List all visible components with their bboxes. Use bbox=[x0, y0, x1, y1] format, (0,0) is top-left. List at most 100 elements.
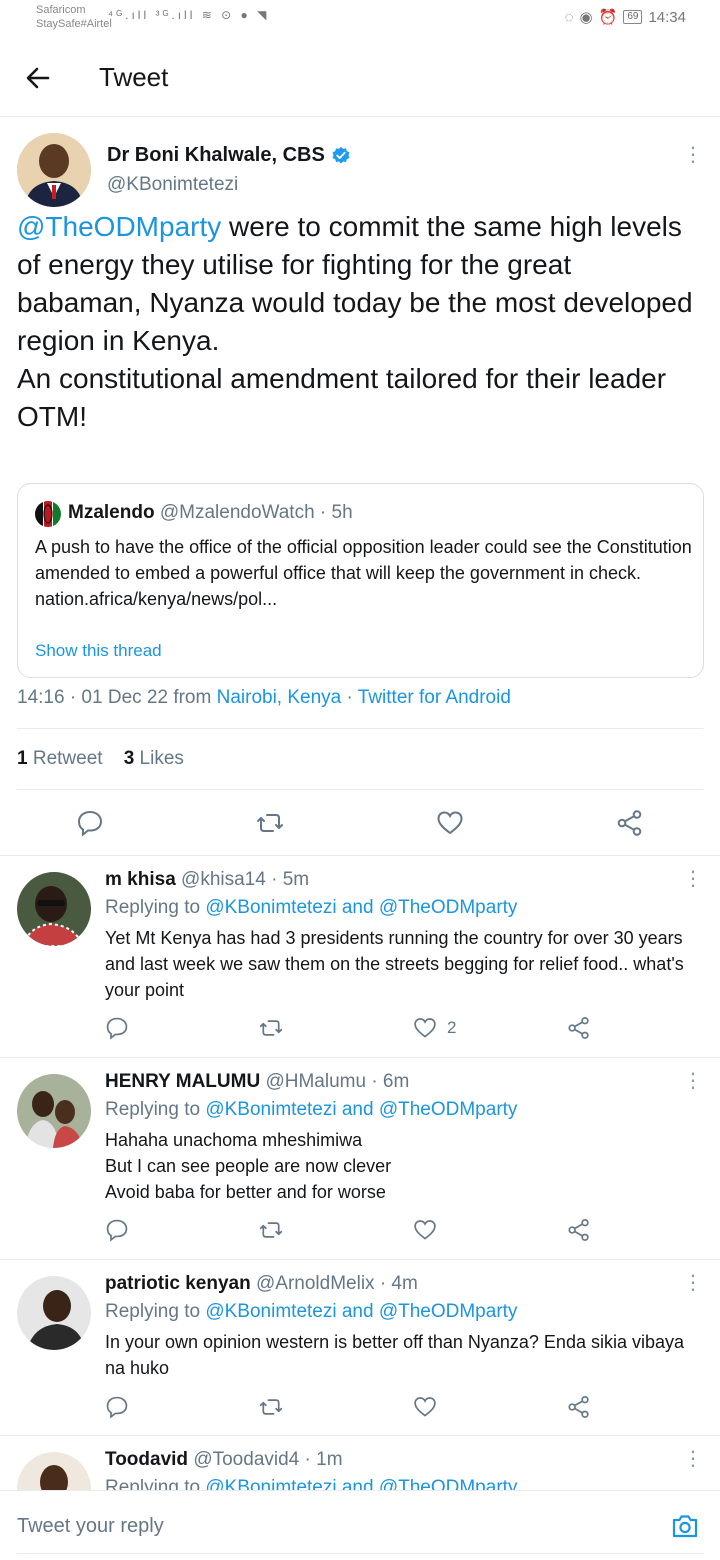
quoted-tweet-body: A push to have the office of the officia… bbox=[35, 534, 695, 612]
avatar-image bbox=[17, 1452, 91, 1490]
reply-avatar[interactable] bbox=[17, 1276, 91, 1350]
like-heart-icon[interactable] bbox=[413, 1016, 437, 1040]
reply-handle-time: @ArnoldMelix · 4m bbox=[250, 1273, 418, 1294]
carrier-info: Safaricom StaySafe#Airtel bbox=[36, 3, 112, 31]
like-heart-icon[interactable] bbox=[413, 1395, 437, 1419]
retweet-label: Retweet bbox=[27, 748, 103, 769]
quoted-link[interactable]: nation.africa/kenya/news/pol... bbox=[35, 586, 695, 612]
replying-prefix: Replying to bbox=[105, 1477, 206, 1490]
share-icon[interactable] bbox=[567, 1218, 591, 1242]
reply-avatar[interactable] bbox=[17, 872, 91, 946]
reply-tweet[interactable]: patriotic kenyan @ArnoldMelix · 4m Reply… bbox=[0, 1261, 720, 1435]
mention-link[interactable]: @TheODMparty bbox=[17, 211, 221, 242]
app-header: Tweet bbox=[0, 40, 720, 117]
like-heart-icon[interactable] bbox=[436, 809, 464, 837]
more-options-icon[interactable] bbox=[683, 1071, 703, 1091]
reply-header: Toodavid @Toodavid4 · 1m bbox=[105, 1449, 343, 1471]
reply-author-name[interactable]: m khisa bbox=[105, 869, 176, 890]
back-arrow-icon[interactable] bbox=[24, 64, 52, 92]
reply-input[interactable] bbox=[17, 1515, 617, 1538]
retweet-icon[interactable] bbox=[259, 1016, 283, 1040]
carrier-secondary: StaySafe#Airtel bbox=[36, 18, 112, 30]
avatar-image bbox=[17, 1276, 91, 1350]
author-handle[interactable]: @KBonimtetezi bbox=[107, 174, 238, 196]
tweet-text-line2: An constitutional amendment tailored for… bbox=[17, 363, 667, 394]
like-count: 3 bbox=[123, 748, 135, 769]
quoted-tweet-header: Mzalendo @MzalendoWatch · 5h bbox=[68, 502, 353, 524]
reply-actions bbox=[0, 1218, 720, 1246]
retweet-icon[interactable] bbox=[256, 809, 284, 837]
avatar-image bbox=[17, 1074, 91, 1148]
reply-composer bbox=[0, 1490, 720, 1560]
replying-to: Replying to @KBonimtetezi and @TheODMpar… bbox=[105, 1099, 517, 1121]
reply-icon[interactable] bbox=[105, 1218, 129, 1242]
author-avatar[interactable] bbox=[17, 133, 91, 207]
divider bbox=[0, 1435, 720, 1436]
quoted-text: A push to have the office of the officia… bbox=[35, 537, 692, 583]
replying-to-mentions[interactable]: @KBonimtetezi and @TheODMparty bbox=[205, 1301, 517, 1322]
more-options-icon[interactable] bbox=[683, 869, 703, 889]
battery-icon: 69 bbox=[623, 10, 643, 24]
tweet-stats: 1 Retweet 3 Likes bbox=[17, 748, 184, 770]
reply-icon[interactable] bbox=[76, 809, 104, 837]
reply-tweet[interactable]: HENRY MALUMU @HMalumu · 6m Replying to @… bbox=[0, 1059, 720, 1259]
replying-to: Replying to @KBonimtetezi and @TheODMpar… bbox=[105, 897, 517, 919]
carrier-name: Safaricom bbox=[36, 4, 86, 16]
avatar-image bbox=[17, 133, 91, 207]
reply-tweet[interactable]: Toodavid @Toodavid4 · 1m Replying to @KB… bbox=[0, 1437, 720, 1490]
location-link[interactable]: Nairobi, Kenya bbox=[217, 687, 342, 708]
reply-avatar[interactable] bbox=[17, 1074, 91, 1148]
share-icon[interactable] bbox=[567, 1395, 591, 1419]
reply-like-count: 2 bbox=[447, 1018, 457, 1037]
signal-icons: ⁴ᴳ.ıll ³ᴳ.ıll ≋ ⊙ ● ◥ bbox=[108, 8, 270, 22]
reply-handle-time: @Toodavid4 · 1m bbox=[188, 1449, 343, 1470]
retweet-icon[interactable] bbox=[259, 1395, 283, 1419]
tweet-text-line3: OTM! bbox=[17, 401, 87, 432]
reply-author-name[interactable]: patriotic kenyan bbox=[105, 1273, 251, 1294]
more-options-icon[interactable] bbox=[683, 145, 703, 165]
quoted-tweet-card[interactable]: Mzalendo @MzalendoWatch · 5h A push to h… bbox=[17, 483, 704, 678]
reply-author-name[interactable]: Toodavid bbox=[105, 1449, 188, 1470]
reply-icon[interactable] bbox=[105, 1016, 129, 1040]
like-heart-icon[interactable] bbox=[413, 1218, 437, 1242]
author-name-text[interactable]: Dr Boni Khalwale, CBS bbox=[107, 144, 325, 167]
verified-badge-icon bbox=[332, 146, 350, 163]
replying-to-mentions[interactable]: @KBonimtetezi and @TheODMparty bbox=[205, 1477, 517, 1490]
tweet-timestamp: 14:16 · 01 Dec 22 from bbox=[17, 687, 217, 708]
retweet-icon[interactable] bbox=[259, 1218, 283, 1242]
reply-actions bbox=[0, 1395, 720, 1423]
likes-stat[interactable]: 3 Likes bbox=[124, 748, 184, 769]
reply-avatar[interactable] bbox=[17, 1452, 91, 1490]
tweet-meta: 14:16 · 01 Dec 22 from Nairobi, Kenya · … bbox=[17, 687, 511, 709]
share-icon[interactable] bbox=[616, 809, 644, 837]
alarm-icon: ⏰ bbox=[598, 9, 618, 26]
reply-header: m khisa @khisa14 · 5m bbox=[105, 869, 309, 891]
author-name[interactable]: Dr Boni Khalwale, CBS bbox=[107, 144, 351, 167]
reply-tweet[interactable]: m khisa @khisa14 · 5m Replying to @KBoni… bbox=[0, 857, 720, 1057]
retweets-stat[interactable]: 1 Retweet bbox=[17, 748, 103, 769]
camera-icon[interactable] bbox=[670, 1511, 700, 1541]
reply-author-name[interactable]: HENRY MALUMU bbox=[105, 1071, 260, 1092]
share-icon[interactable] bbox=[567, 1016, 591, 1040]
reply-handle-time: @khisa14 · 5m bbox=[175, 869, 310, 890]
replying-to-mentions[interactable]: @KBonimtetezi and @TheODMparty bbox=[205, 897, 517, 918]
meta-separator: · bbox=[341, 687, 358, 708]
avatar-image bbox=[17, 872, 91, 946]
reply-text-line: Hahaha unachoma mheshimiwa bbox=[105, 1130, 363, 1150]
replying-to-mentions[interactable]: @KBonimtetezi and @TheODMparty bbox=[205, 1099, 517, 1120]
divider bbox=[0, 855, 720, 856]
reply-text-line: But I can see people are now clever bbox=[105, 1156, 392, 1176]
more-options-icon[interactable] bbox=[683, 1273, 703, 1293]
reply-text: Yet Mt Kenya has had 3 presidents runnin… bbox=[105, 928, 684, 1000]
tweet-actions bbox=[0, 803, 720, 843]
show-thread-link[interactable]: Show this thread bbox=[35, 641, 162, 661]
more-options-icon[interactable] bbox=[683, 1449, 703, 1469]
reply-header: HENRY MALUMU @HMalumu · 6m bbox=[105, 1071, 409, 1093]
replying-prefix: Replying to bbox=[105, 1301, 206, 1322]
reply-icon[interactable] bbox=[105, 1395, 129, 1419]
status-right: ◌ ◉ ⏰ 69 14:34 bbox=[565, 8, 686, 27]
kenya-flag-avatar-icon bbox=[35, 501, 61, 527]
replying-to: Replying to @KBonimtetezi and @TheODMpar… bbox=[105, 1301, 517, 1323]
client-link[interactable]: Twitter for Android bbox=[358, 687, 511, 708]
page-title: Tweet bbox=[99, 62, 169, 92]
